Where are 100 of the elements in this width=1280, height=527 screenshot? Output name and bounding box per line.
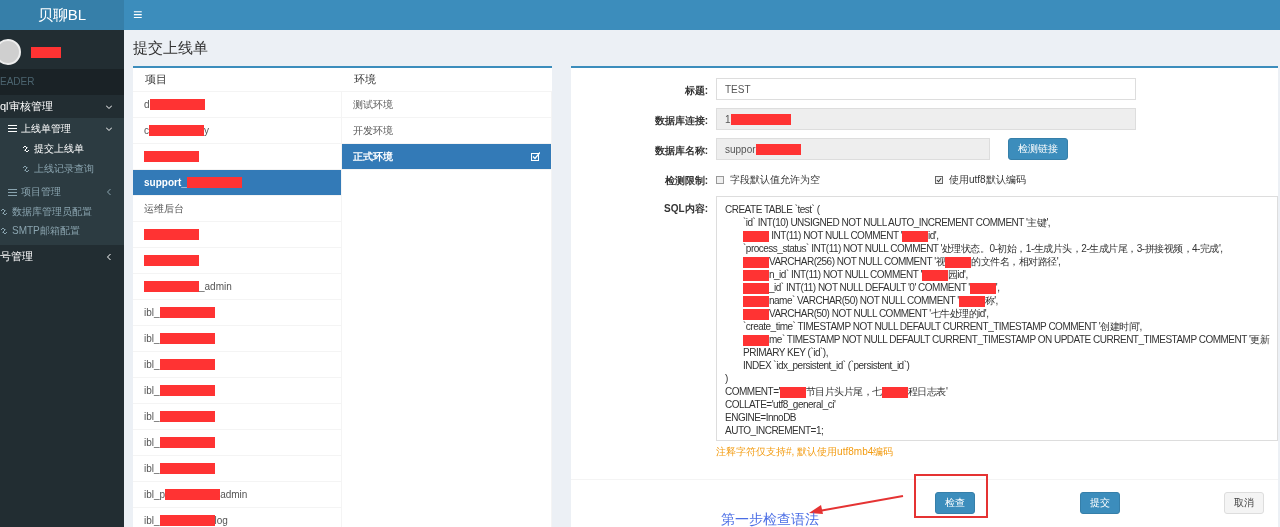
text: 开发环境 bbox=[353, 123, 393, 138]
text: VARCHAR(256) NOT NULL COMMENT '视 bbox=[769, 256, 946, 267]
text: ibl_ bbox=[144, 385, 160, 396]
text: 程日志表' bbox=[907, 386, 948, 397]
text: ibl_ bbox=[144, 515, 160, 526]
text: PRIMARY KEY (`id`), bbox=[743, 347, 828, 358]
project-item[interactable]: support_ bbox=[133, 170, 341, 196]
link-icon bbox=[0, 227, 8, 236]
text: 称', bbox=[984, 295, 998, 306]
redaction-bar bbox=[779, 386, 806, 398]
text: `create_time` TIMESTAMP NOT NULL DEFAULT CURRENT_TIMESTAMP COMMENT '创建时间', bbox=[743, 321, 1142, 332]
redaction-bar bbox=[730, 113, 791, 125]
connection-field[interactable]: 1 bbox=[716, 108, 1136, 130]
brand-logo: 贝聊BL bbox=[0, 0, 124, 30]
chevron-left-icon bbox=[106, 189, 112, 196]
sidebar-header: EADER bbox=[0, 69, 124, 95]
redaction-bar bbox=[743, 230, 769, 242]
redaction-bar bbox=[921, 269, 948, 281]
text: ibl_ bbox=[144, 411, 160, 422]
text: COMMENT=' bbox=[725, 386, 780, 397]
text: suppor bbox=[725, 143, 756, 155]
chevron-down-icon bbox=[106, 103, 112, 110]
text: y bbox=[204, 125, 209, 136]
redaction-bar bbox=[149, 99, 205, 110]
action-button[interactable]: 检查 bbox=[935, 492, 975, 514]
redaction-bar bbox=[159, 411, 215, 422]
annotation-text: 第一步检查语法 bbox=[721, 511, 819, 527]
action-button[interactable]: 提交 bbox=[1079, 492, 1120, 514]
redaction-bar bbox=[159, 437, 215, 448]
text: admin bbox=[220, 489, 248, 500]
text: ibl_ bbox=[144, 359, 160, 370]
text: ) bbox=[725, 373, 728, 384]
text: ibl_p bbox=[144, 489, 166, 500]
redaction-bar bbox=[159, 385, 215, 396]
text: name` VARCHAR(50) NOT NULL COMMENT ' bbox=[769, 295, 959, 306]
text: n_id` INT(11) NOT NULL COMMENT ' bbox=[769, 269, 922, 280]
menu-toggle[interactable]: ≡ bbox=[133, 6, 143, 24]
text: me` TIMESTAMP NOT NULL DEFAULT CURRENT_TIMESTAMP ON UPDATE CURRENT_TIMESTAMP COMMENT '更新 bbox=[769, 334, 1270, 345]
redaction-bar bbox=[144, 151, 199, 162]
redaction-bar bbox=[902, 230, 929, 242]
sql-editor[interactable] bbox=[716, 196, 1278, 441]
list-icon bbox=[8, 125, 17, 133]
redaction-bar bbox=[144, 255, 199, 266]
text: _id` INT(11) NOT NULL DEFAULT '0' COMMENT ' bbox=[769, 282, 970, 293]
text: id', bbox=[928, 230, 939, 241]
redaction-bar bbox=[144, 281, 199, 292]
redaction-bar bbox=[743, 269, 769, 281]
field-label: 标题: bbox=[683, 84, 708, 98]
redaction-bar bbox=[159, 463, 215, 474]
text: ibl_ bbox=[144, 437, 160, 448]
text: COLLATE='utf8_general_ci' bbox=[725, 399, 836, 410]
text: 正式环境 bbox=[353, 149, 393, 164]
text: `process_status` INT(11) NOT NULL COMMENT '处理状态。0-初始，1-生成片头，2-生成片尾，3-拼接视频，4-完成', bbox=[743, 243, 1223, 254]
redaction-bar bbox=[159, 307, 215, 318]
text: `id` INT(10) UNSIGNED NOT NULL AUTO_INCREMENT COMMENT '主键', bbox=[743, 217, 1051, 228]
redaction-bar bbox=[159, 515, 215, 526]
redaction-bar bbox=[144, 229, 199, 240]
checkbox[interactable] bbox=[935, 176, 943, 184]
link-icon bbox=[22, 145, 30, 154]
redaction-bar bbox=[159, 333, 215, 344]
redaction-bar bbox=[958, 295, 985, 307]
checkbox[interactable] bbox=[716, 176, 724, 184]
checkbox-checked-icon bbox=[531, 152, 540, 161]
redaction-bar bbox=[743, 295, 769, 307]
field-label: SQL内容: bbox=[663, 202, 708, 216]
field-label: 数据库名称: bbox=[653, 144, 708, 158]
test-connection-button[interactable]: 检测链接 bbox=[1008, 138, 1068, 160]
text: ibl_ bbox=[144, 463, 160, 474]
text: INT(11) NOT NULL COMMENT ' bbox=[770, 230, 903, 241]
text: _admin bbox=[199, 281, 232, 292]
field-label: 数据库连接: bbox=[653, 114, 708, 128]
page-title: 提交上线单 bbox=[133, 39, 209, 58]
text: ibl_ bbox=[144, 333, 160, 344]
redaction-bar bbox=[969, 282, 996, 294]
checkbox-label: 使用utf8默认编码 bbox=[949, 173, 1026, 187]
redaction-bar bbox=[743, 334, 769, 346]
text: VARCHAR(50) NOT NULL COMMENT '七牛处理的id', bbox=[769, 308, 989, 319]
title-field[interactable]: TEST bbox=[716, 78, 1136, 100]
field-label: 检测限制: bbox=[663, 174, 708, 188]
user-avatar bbox=[0, 39, 21, 65]
text: 运维后台 bbox=[144, 201, 184, 216]
redaction-bar bbox=[159, 359, 215, 370]
action-button[interactable]: 取消 bbox=[1224, 492, 1264, 514]
text: 测试环境 bbox=[353, 97, 393, 112]
text: INDEX `idx_persistent_id` (`persistent_id`) bbox=[743, 360, 910, 371]
database-name-field[interactable]: suppor bbox=[716, 138, 990, 160]
text: CREATE TABLE `test` ( bbox=[725, 204, 820, 215]
text: ibl_ bbox=[144, 307, 160, 318]
link-icon bbox=[22, 164, 30, 173]
text: log bbox=[214, 515, 228, 526]
chevron-down-icon bbox=[106, 125, 112, 132]
redaction-bar bbox=[743, 308, 769, 320]
redaction-bar bbox=[743, 282, 769, 294]
environment-item[interactable]: 正式环境 bbox=[342, 144, 551, 170]
redaction-bar bbox=[165, 489, 221, 500]
chevron-left-icon bbox=[106, 253, 112, 260]
checkbox-label: 字段默认值允许为空 bbox=[730, 173, 820, 187]
text: c bbox=[144, 125, 149, 136]
text: AUTO_INCREMENT=1; bbox=[725, 425, 824, 436]
redaction-bar bbox=[186, 177, 242, 188]
